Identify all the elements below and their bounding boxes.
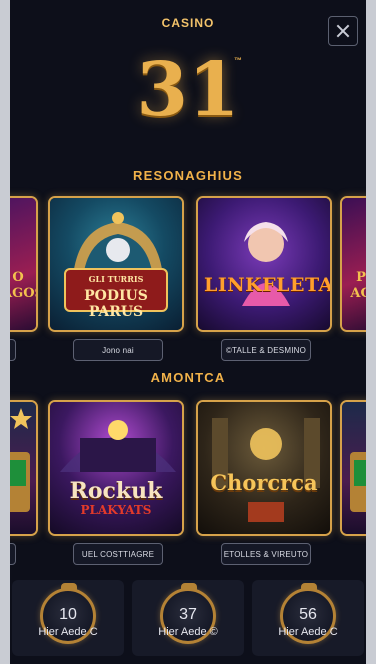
game-card-1-a[interactable]: GLI TURRIS PODIUS PARUS — [48, 196, 184, 332]
card-title: Rockuk — [69, 478, 163, 504]
stat-label: Hier Aede C — [38, 626, 98, 638]
games-row-1: OAGOS GLI TURRIS PODIUS PARUS — [10, 196, 366, 366]
stat-number: 10 — [59, 606, 77, 623]
game-card-1-b[interactable]: LINKFLETA — [196, 196, 332, 332]
card-title-partial: PAG — [350, 270, 366, 301]
game-card-2-left[interactable] — [10, 400, 38, 536]
card-caption: ETOLLES & VIREUTO — [221, 543, 311, 565]
card-title-partial: OAGOS — [10, 270, 36, 301]
section-title-1: RESONAGHIUS — [10, 168, 366, 183]
logo: 31 ™ — [10, 50, 366, 130]
card-art — [342, 198, 366, 330]
bottom-stats-row: 10 Hier Aede C 37 Hier Aede © 56 Hier Ae… — [10, 580, 366, 664]
card-title: Chorcrca — [210, 470, 318, 495]
card-caption: ©TALLE & DESMINO — [221, 339, 311, 361]
section-1-label: RESONAGHIUS — [133, 168, 243, 183]
card-title: LINKFLETA — [204, 274, 332, 296]
card-art — [198, 402, 330, 534]
casino-modal: CASINO 31 ™ RESONAGHIUS OAGOS — [10, 0, 366, 664]
background-right-edge — [366, 0, 376, 664]
card-caption-partial-left — [10, 339, 16, 361]
card-illustration — [10, 408, 32, 512]
games-row-2: Rockuk PLAKYATS Chorcrca UEL COSTTIAGRE … — [10, 400, 366, 570]
card-art — [198, 198, 330, 330]
card-illustration — [242, 222, 290, 306]
card-subtitle: PLAKYATS — [80, 503, 152, 517]
game-card-1-left[interactable]: OAGOS — [10, 196, 38, 332]
background-left-edge — [0, 0, 10, 664]
card-title: PODIUS PARUS — [84, 288, 148, 320]
section-title-2: AMONTCA — [10, 370, 366, 385]
stat-card[interactable]: 10 Hier Aede C — [12, 580, 124, 656]
logo-trademark: ™ — [234, 56, 242, 65]
logo-number: 31 — [136, 47, 240, 133]
stat-card[interactable]: 37 Hier Aede © — [132, 580, 244, 656]
stat-label: Hier Aede C — [278, 626, 338, 638]
close-button[interactable] — [328, 16, 358, 46]
stat-card[interactable]: 56 Hier Aede C — [252, 580, 364, 656]
card-subtitle: GLI TURRIS — [88, 274, 144, 284]
game-card-2-b[interactable]: Chorcrca — [196, 400, 332, 536]
close-icon — [335, 23, 351, 39]
section-2-label: AMONTCA — [150, 370, 226, 385]
stat-label: Hier Aede © — [158, 626, 218, 638]
game-card-2-right[interactable] — [340, 400, 366, 536]
card-illustration — [212, 418, 320, 522]
brand-title: CASINO — [161, 16, 215, 30]
card-art — [342, 402, 366, 534]
game-card-2-a[interactable]: Rockuk PLAKYATS — [48, 400, 184, 536]
stat-number: 56 — [299, 606, 317, 623]
game-card-1-right[interactable]: PAG — [340, 196, 366, 332]
card-caption: UEL COSTTIAGRE — [73, 543, 163, 565]
card-illustration — [350, 452, 366, 512]
card-caption: Jono nai — [73, 339, 163, 361]
card-art — [10, 198, 36, 330]
stat-number: 37 — [179, 606, 197, 623]
card-art — [10, 402, 36, 534]
card-caption-partial-left — [10, 543, 16, 565]
